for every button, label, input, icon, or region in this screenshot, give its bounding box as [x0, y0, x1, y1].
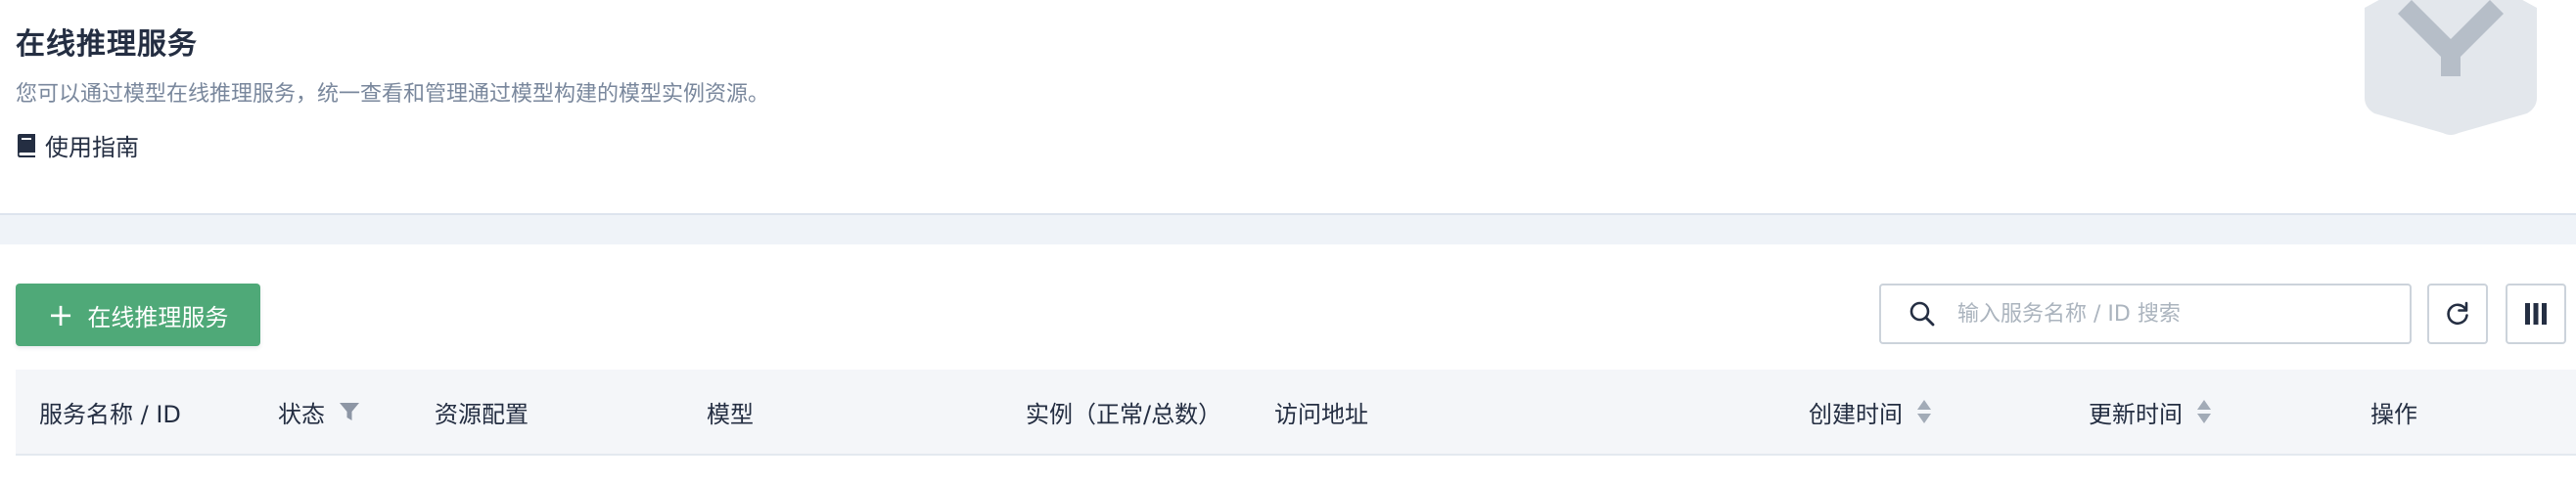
book-icon	[18, 133, 35, 157]
column-header-instances: 实例（正常/总数）	[1026, 370, 1221, 454]
column-header-created[interactable]: 创建时间	[1809, 370, 1932, 454]
column-header-label: 访问地址	[1274, 400, 1368, 428]
content-panel: + 在线推理服务 服务名称 / ID 状态	[0, 244, 2576, 483]
column-header-status: 状态	[278, 370, 360, 454]
search-icon	[1909, 301, 1935, 327]
column-header-label: 操作	[2370, 400, 2417, 428]
sort-icon[interactable]	[2196, 399, 2212, 424]
plus-icon: +	[47, 296, 74, 333]
refresh-icon	[2447, 301, 2468, 325]
column-header-name: 服务名称 / ID	[39, 370, 181, 454]
column-header-updated[interactable]: 更新时间	[2089, 370, 2212, 454]
filter-icon[interactable]	[339, 401, 360, 422]
column-header-label: 创建时间	[1809, 400, 1903, 428]
search-box[interactable]	[1879, 284, 2412, 344]
column-header-label: 资源配置	[435, 400, 529, 428]
column-header-label: 状态	[278, 400, 325, 428]
page-title: 在线推理服务	[16, 27, 198, 62]
column-header-label: 服务名称 / ID	[39, 400, 181, 428]
column-header-actions: 操作	[2370, 370, 2417, 454]
column-header-label: 更新时间	[2089, 400, 2183, 428]
section-divider	[0, 213, 2576, 244]
create-service-button[interactable]: + 在线推理服务	[16, 284, 260, 346]
guide-link-label: 使用指南	[45, 134, 139, 161]
column-settings-button[interactable]	[2506, 284, 2566, 344]
column-header-model: 模型	[707, 370, 754, 454]
guide-link[interactable]: 使用指南	[16, 128, 139, 162]
refresh-button[interactable]	[2427, 284, 2488, 344]
column-header-label: 实例（正常/总数）	[1026, 400, 1222, 428]
table-header: 服务名称 / ID 状态 资源配置 模型 实例（正常/总数） 访问地址 创建时间	[16, 370, 2576, 456]
create-service-label: 在线推理服务	[87, 303, 229, 331]
column-header-label: 模型	[707, 400, 754, 428]
page-description: 您可以通过模型在线推理服务，统一查看和管理通过模型构建的模型实例资源。	[16, 82, 770, 107]
column-header-endpoint: 访问地址	[1274, 370, 1368, 454]
page-header: 在线推理服务 您可以通过模型在线推理服务，统一查看和管理通过模型构建的模型实例资…	[0, 0, 2576, 213]
sort-icon[interactable]	[1916, 399, 1932, 424]
search-input[interactable]	[1955, 300, 2410, 328]
columns-icon	[2525, 303, 2547, 325]
service-logo-icon	[2365, 0, 2537, 135]
column-header-resources: 资源配置	[435, 370, 529, 454]
